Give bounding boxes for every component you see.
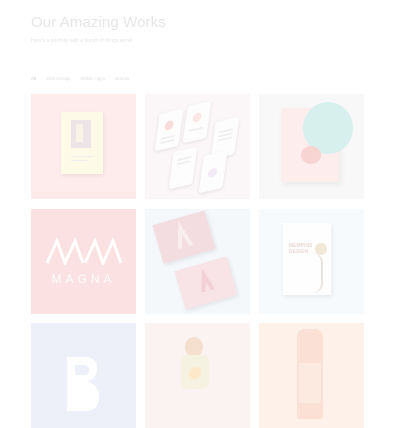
- portfolio-item-character[interactable]: [145, 323, 250, 428]
- portfolio-item-poster[interactable]: MEMPHIS DESIGN: [259, 209, 364, 314]
- poster-title: MEMPHIS DESIGN: [289, 243, 313, 255]
- portfolio-item-mobile-app[interactable]: [145, 94, 250, 199]
- phone-mockup-image: [168, 146, 198, 190]
- portfolio-item-business-cards[interactable]: [145, 209, 250, 314]
- card-image: [281, 102, 353, 182]
- business-card-image: [152, 210, 216, 264]
- magna-logo-icon: [45, 237, 123, 265]
- portfolio-item-b-logo[interactable]: [31, 323, 136, 428]
- poster-image: MEMPHIS DESIGN: [283, 223, 331, 295]
- magna-logo-text: MAGNA: [51, 272, 116, 286]
- page-title: Our Amazing Works: [31, 14, 166, 31]
- book-image: [61, 112, 103, 174]
- filter-all[interactable]: All: [31, 76, 36, 81]
- portfolio-item-book-cover[interactable]: [31, 94, 136, 199]
- filter-mobile-apps[interactable]: Mobile Apps: [80, 76, 105, 81]
- phone-mockup-image: [198, 150, 228, 194]
- portfolio-filter-nav: All Web Design Mobile Apps Brands: [31, 76, 129, 81]
- business-card-image: [174, 256, 238, 310]
- letter-b-icon: [67, 357, 99, 411]
- phone-mockup-image: [182, 100, 212, 144]
- portfolio-item-magna-brand[interactable]: MAGNA: [31, 209, 136, 314]
- filter-brands[interactable]: Brands: [115, 76, 129, 81]
- phone-mockup-image: [154, 108, 184, 152]
- filter-web-design[interactable]: Web Design: [46, 76, 70, 81]
- portfolio-item-bottle[interactable]: [259, 323, 364, 428]
- character-head-image: [185, 337, 203, 357]
- bottle-image: [297, 329, 323, 419]
- character-emblem: [189, 367, 201, 379]
- portfolio-item-card-design[interactable]: [259, 94, 364, 199]
- page-subtitle: Here's a portfolio with a bunch of thing…: [31, 38, 133, 44]
